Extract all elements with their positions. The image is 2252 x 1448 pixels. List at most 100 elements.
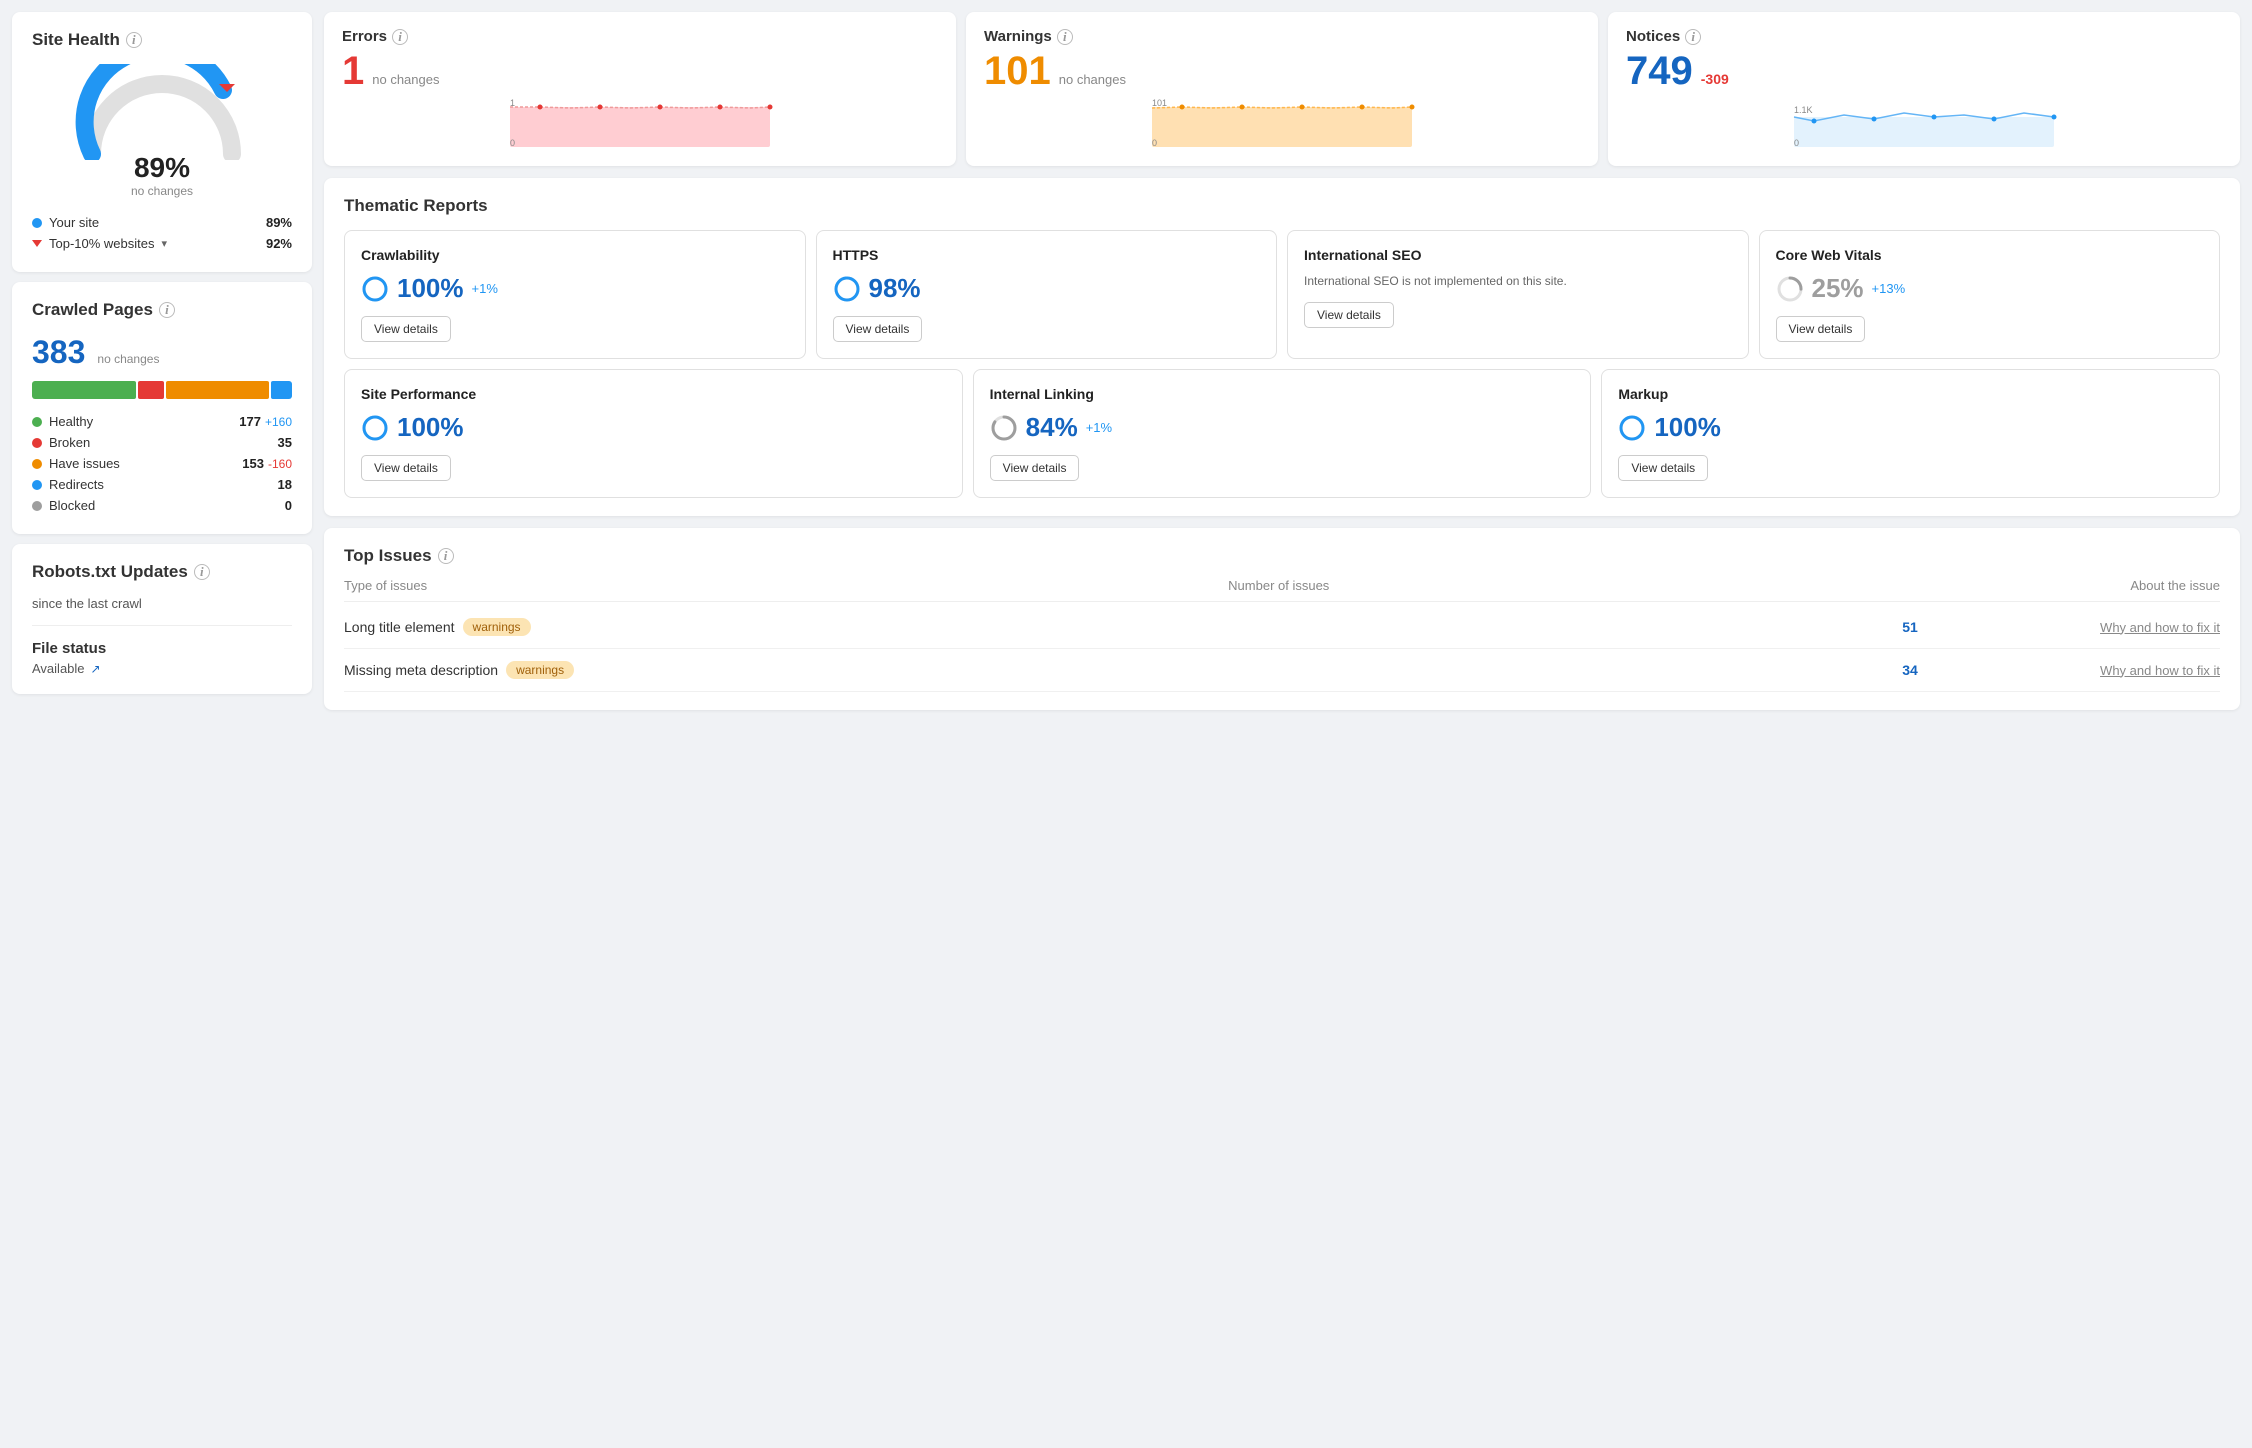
col-about: About the issue xyxy=(2130,578,2220,593)
cwv-view-details[interactable]: View details xyxy=(1776,316,1866,342)
crawled-count: 383 xyxy=(32,334,85,371)
markup-circle-icon xyxy=(1618,414,1646,442)
report-internal-linking: Internal Linking 84% +1% View details xyxy=(973,369,1592,498)
markup-title: Markup xyxy=(1618,386,2203,402)
healthy-change: +160 xyxy=(265,415,292,429)
gauge-sub: no changes xyxy=(131,184,193,198)
crawlability-change: +1% xyxy=(472,281,498,296)
warnings-chart: 101 0 xyxy=(984,99,1580,147)
site-health-info-icon[interactable]: i xyxy=(126,32,142,48)
crawlability-circle-icon xyxy=(361,275,389,303)
thematic-reports-card: Thematic Reports Crawlability 100% +1% xyxy=(324,178,2240,516)
errors-change: no changes xyxy=(372,72,439,87)
errors-info-icon[interactable]: i xyxy=(392,29,408,45)
report-site-performance: Site Performance 100% View details xyxy=(344,369,963,498)
redirects-label: Redirects xyxy=(49,477,104,492)
notices-change: -309 xyxy=(1701,71,1729,87)
markup-view-details[interactable]: View details xyxy=(1618,455,1708,481)
site-perf-title: Site Performance xyxy=(361,386,946,402)
notices-info-icon[interactable]: i xyxy=(1685,29,1701,45)
issue-row-0: Long title element warnings 51 Why and h… xyxy=(344,606,2220,649)
crawled-sub: no changes xyxy=(97,352,159,366)
pages-issues-row: Have issues 153 -160 xyxy=(32,453,292,474)
robots-info-icon[interactable]: i xyxy=(194,564,210,580)
notices-chart: 1.1K 0 xyxy=(1626,99,2222,147)
report-https: HTTPS 98% View details xyxy=(816,230,1278,359)
https-score: 98% xyxy=(869,273,921,304)
issue-type-label-1: Missing meta description xyxy=(344,662,498,678)
issue-count-1: 34 xyxy=(1830,662,1990,678)
gauge-container: 89% no changes xyxy=(32,64,292,198)
notices-label: Notices xyxy=(1626,28,1680,45)
svg-text:1.1K: 1.1K xyxy=(1794,105,1813,115)
intl-seo-title: International SEO xyxy=(1304,247,1732,263)
svg-text:1: 1 xyxy=(510,99,515,108)
cwv-circle-icon xyxy=(1776,275,1804,303)
crawlability-title: Crawlability xyxy=(361,247,789,263)
svg-text:101: 101 xyxy=(1152,99,1167,108)
errors-value: 1 xyxy=(342,51,364,91)
robots-sub: since the last crawl xyxy=(32,596,292,611)
site-health-title: Site Health xyxy=(32,30,120,50)
col-count: Number of issues xyxy=(1228,578,1329,593)
crawled-pages-card: Crawled Pages i 383 no changes Healthy xyxy=(12,282,312,534)
https-view-details[interactable]: View details xyxy=(833,316,923,342)
intl-seo-view-details[interactable]: View details xyxy=(1304,302,1394,328)
top-issues-card: Top Issues i Type of issues Number of is… xyxy=(324,528,2240,710)
cwv-title: Core Web Vitals xyxy=(1776,247,2204,263)
warnings-card: Warnings i 101 no changes 101 0 xyxy=(966,12,1598,166)
sidebar: Site Health i 89% no changes xyxy=(12,12,312,1436)
healthy-label: Healthy xyxy=(49,414,93,429)
bar-broken xyxy=(138,381,164,399)
internal-link-change: +1% xyxy=(1086,420,1112,435)
site-perf-view-details[interactable]: View details xyxy=(361,455,451,481)
healthy-value: 177 xyxy=(239,414,261,429)
issue-type-label-0: Long title element xyxy=(344,619,455,635)
issue-type-0: Long title element warnings xyxy=(344,618,1820,636)
crawled-pages-title: Crawled Pages xyxy=(32,300,153,320)
pages-blocked-row: Blocked 0 xyxy=(32,495,292,516)
redirects-dot xyxy=(32,480,42,490)
issues-header: Type of issues Number of issues About th… xyxy=(344,578,2220,602)
crawlability-view-details[interactable]: View details xyxy=(361,316,451,342)
issue-about-1[interactable]: Why and how to fix it xyxy=(2000,663,2220,678)
markup-score: 100% xyxy=(1654,412,1721,443)
cwv-score: 25% xyxy=(1812,273,1864,304)
top10-value: 92% xyxy=(266,236,292,251)
top-issues-title: Top Issues xyxy=(344,546,432,566)
errors-chart: 1 0 xyxy=(342,99,938,147)
thematic-title: Thematic Reports xyxy=(344,196,488,216)
warnings-info-icon[interactable]: i xyxy=(1057,29,1073,45)
notices-value: 749 xyxy=(1626,51,1693,91)
issue-badge-1: warnings xyxy=(506,661,574,679)
top10-label: Top-10% websites xyxy=(49,236,155,251)
healthy-dot xyxy=(32,417,42,427)
svg-text:0: 0 xyxy=(1794,138,1799,147)
external-link-icon[interactable]: ↗ xyxy=(91,662,101,676)
https-title: HTTPS xyxy=(833,247,1261,263)
bar-issues xyxy=(166,381,270,399)
internal-link-score: 84% xyxy=(1026,412,1078,443)
report-intl-seo: International SEO International SEO is n… xyxy=(1287,230,1749,359)
internal-link-view-details[interactable]: View details xyxy=(990,455,1080,481)
issue-about-0[interactable]: Why and how to fix it xyxy=(2000,620,2220,635)
svg-text:0: 0 xyxy=(1152,138,1157,147)
notices-card: Notices i 749 -309 1.1K 0 xyxy=(1608,12,2240,166)
report-crawlability: Crawlability 100% +1% View details xyxy=(344,230,806,359)
issues-dot xyxy=(32,459,42,469)
warnings-label: Warnings xyxy=(984,28,1052,45)
warnings-change: no changes xyxy=(1059,72,1126,87)
intl-seo-note: International SEO is not implemented on … xyxy=(1304,273,1732,290)
cwv-change: +13% xyxy=(1872,281,1906,296)
top-issues-info-icon[interactable]: i xyxy=(438,548,454,564)
warnings-value: 101 xyxy=(984,51,1051,91)
gauge-percent: 89% xyxy=(131,152,193,184)
issue-row-1: Missing meta description warnings 34 Why… xyxy=(344,649,2220,692)
crawled-pages-info-icon[interactable]: i xyxy=(159,302,175,318)
your-site-dot xyxy=(32,218,42,228)
thematic-grid-row1: Crawlability 100% +1% View details HTTPS xyxy=(344,230,2220,359)
svg-text:0: 0 xyxy=(510,138,515,147)
metrics-row: Errors i 1 no changes 1 0 xyxy=(324,12,2240,166)
file-status-title: File status xyxy=(32,640,106,657)
pages-redirects-row: Redirects 18 xyxy=(32,474,292,495)
